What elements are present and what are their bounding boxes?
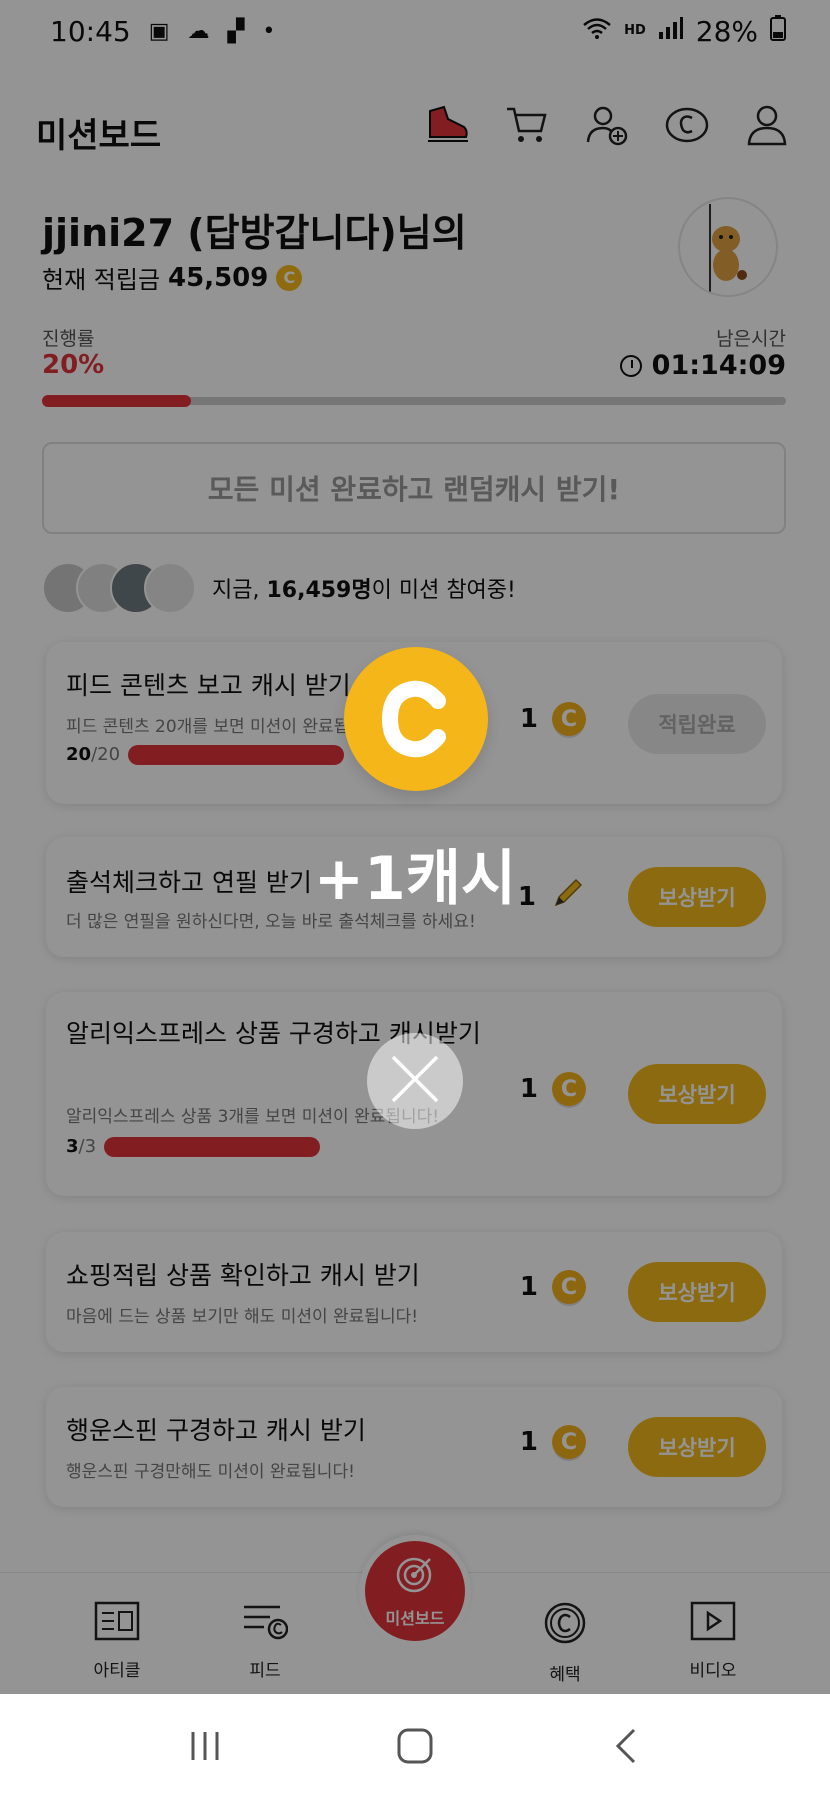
close-icon [389, 1053, 441, 1109]
recent-apps-button[interactable] [175, 1716, 235, 1776]
coin-icon [344, 647, 488, 791]
back-button[interactable] [595, 1716, 655, 1776]
close-button[interactable] [367, 1033, 463, 1129]
home-button[interactable] [385, 1716, 445, 1776]
reward-popup-text: +1캐시 [313, 844, 517, 914]
system-nav-bar [0, 1694, 830, 1798]
